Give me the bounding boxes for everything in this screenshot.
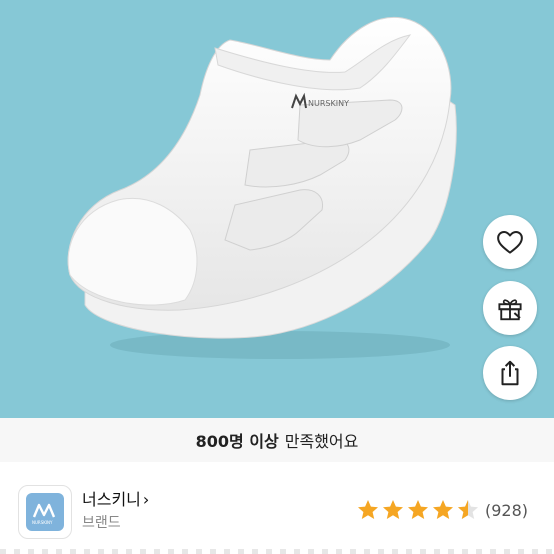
brand-logo[interactable]: NURSKINY: [18, 485, 72, 539]
brand-logo-mark: NURSKINY: [26, 493, 64, 531]
brand-link[interactable]: 너스키니 ›: [82, 486, 149, 510]
star-half-icon: [458, 500, 478, 519]
brand-label: 브랜드: [82, 515, 121, 531]
share-button[interactable]: [483, 346, 537, 400]
satisfaction-count: 800명 이상: [195, 432, 279, 451]
brand-logo-text: NURSKINY: [32, 520, 53, 525]
star-full-icon: [358, 500, 378, 519]
like-button[interactable]: [483, 215, 537, 269]
shoe-illustration: NURSKINY: [67, 16, 457, 359]
rating[interactable]: (928): [356, 498, 528, 522]
next-section-edge: [0, 549, 554, 554]
star-full-icon: [383, 500, 403, 519]
gift-icon: [498, 299, 522, 321]
product-image[interactable]: NURSKINY: [0, 0, 554, 418]
star-full-icon: [433, 500, 453, 519]
satisfaction-text: 만족했어요: [284, 432, 359, 451]
satisfaction-banner: 800명 이상 만족했어요: [0, 418, 554, 462]
review-count: (928): [485, 500, 529, 520]
star-full-icon: [408, 500, 428, 519]
shoe-logo-text: NURSKINY: [308, 99, 349, 108]
brand-name: 너스키니: [82, 490, 141, 509]
heart-icon: [497, 231, 523, 254]
gift-button[interactable]: [483, 281, 537, 335]
chevron-right-icon: ›: [142, 490, 150, 509]
nurskiny-logo-icon: NURSKINY: [32, 503, 56, 525]
share-icon: [501, 360, 519, 386]
